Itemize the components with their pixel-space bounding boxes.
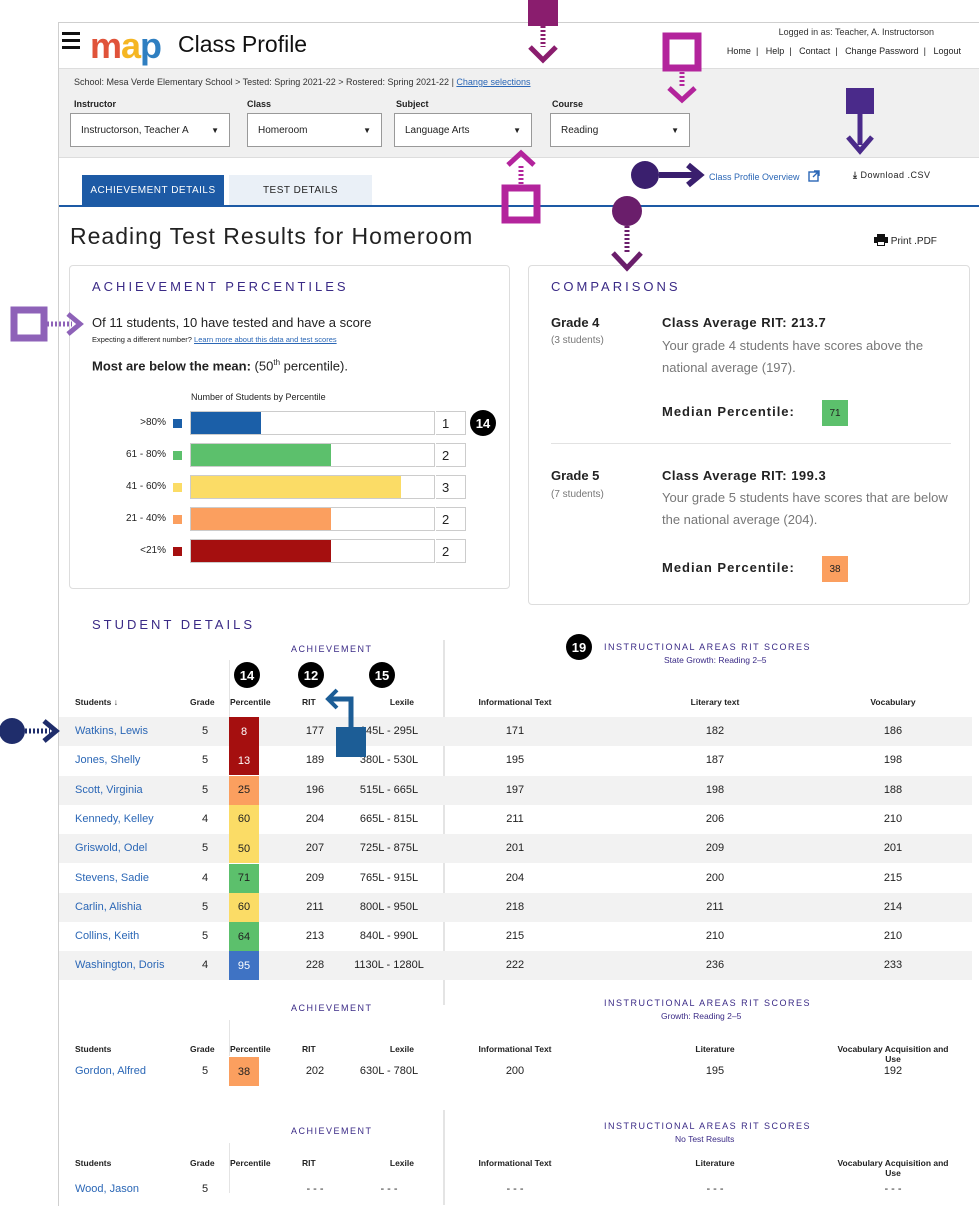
annotation-arrow-icon (501, 149, 541, 224)
annotation-arrow-icon (10, 306, 84, 342)
annotation-overlay (0, 0, 874, 757)
annotation-arrow-icon (528, 0, 558, 64)
annotation-arrow-icon (0, 718, 60, 744)
annotation-arrow-icon (662, 32, 702, 104)
annotation-arrow-icon (611, 196, 643, 272)
annotation-arrow-icon (846, 88, 874, 155)
annotation-arrow-icon (325, 688, 366, 757)
annotation-arrow-icon (631, 161, 705, 189)
